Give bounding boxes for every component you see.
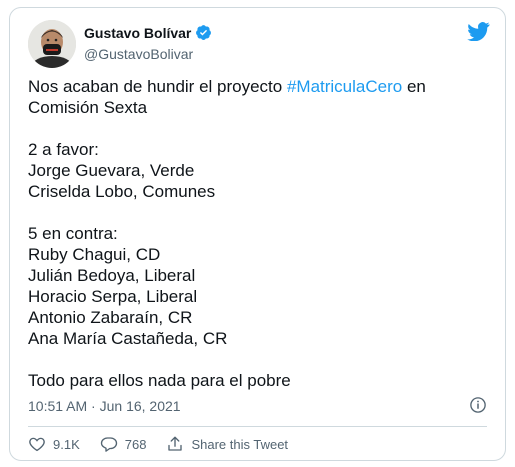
twitter-bird-icon[interactable] (467, 22, 490, 41)
favor-item: Criselda Lobo, Comunes (28, 182, 216, 201)
share-button[interactable]: Share this Tweet (166, 435, 288, 453)
share-icon (168, 436, 183, 451)
reply-icon (100, 437, 117, 452)
contra-header: 5 en contra: (28, 224, 118, 243)
heart-icon (29, 437, 45, 452)
tweet-line-1-suffix: en (402, 77, 426, 96)
like-count: 9.1K (53, 436, 80, 452)
contra-item: Ruby Chagui, CD (28, 245, 161, 264)
tweet-timestamp[interactable]: 10:51 AM · Jun 16, 2021 (28, 398, 181, 414)
reply-count: 768 (124, 436, 147, 452)
contra-item: Julián Bedoya, Liberal (28, 266, 196, 285)
contra-item: Antonio Zabaraín, CR (28, 308, 193, 327)
verified-badge-icon (196, 25, 212, 40)
tweet-text: Nos acaban de hundir el proyecto #Matric… (28, 76, 493, 391)
contra-item: Ana María Castañeda, CR (28, 329, 228, 348)
tweet-time: 10:51 AM (28, 398, 88, 414)
avatar-image (28, 20, 76, 68)
divider (28, 426, 487, 427)
contra-item: Horacio Serpa, Liberal (28, 287, 198, 306)
reply-button[interactable]: 768 (100, 435, 147, 453)
tweet-date: Jun 16, 2021 (99, 398, 181, 414)
tweet-card: Gustavo Bolívar @GustavoBolivar Nos acab… (9, 7, 506, 461)
like-button[interactable]: 9.1K (28, 435, 80, 453)
author-handle[interactable]: @GustavoBolivar (84, 46, 193, 62)
info-icon[interactable] (469, 396, 487, 414)
favor-item: Jorge Guevara, Verde (28, 161, 195, 180)
author-name-text: Gustavo Bolívar (84, 24, 192, 41)
tweet-line-2: Comisión Sexta (28, 98, 148, 117)
favor-header: 2 a favor: (28, 140, 99, 159)
tweet-line-1: Nos acaban de hundir el proyecto #Matric… (28, 76, 493, 97)
avatar[interactable] (28, 20, 76, 68)
closing-line: Todo para ellos nada para el pobre (28, 371, 291, 390)
share-label: Share this Tweet (191, 436, 289, 452)
hashtag-link[interactable]: #MatriculaCero (287, 77, 402, 96)
author-name[interactable]: Gustavo Bolívar (84, 24, 212, 41)
timestamp-separator: · (87, 398, 100, 414)
action-bar: 9.1K 768 Share this Tweet (28, 433, 308, 455)
tweet-line-1-prefix: Nos acaban de hundir el proyecto (28, 77, 287, 96)
